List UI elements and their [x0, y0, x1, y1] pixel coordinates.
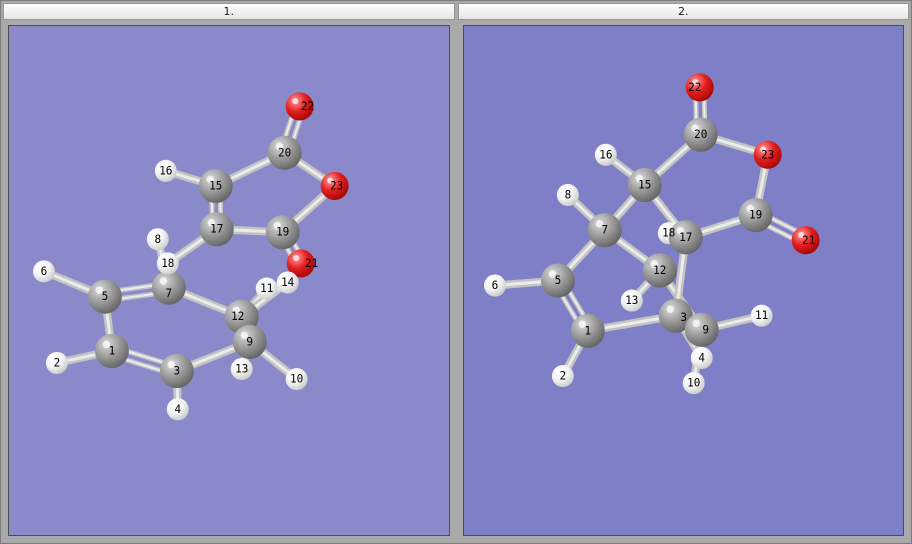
atom-label-19: 19 [276, 226, 289, 239]
panel-2: 2. 5 1 7 12 3 9 15 18 17 19 20 22 23 21 6 2 16 8 13 4 10 11 [457, 3, 910, 541]
atom-label-9: 9 [246, 335, 253, 348]
atom-label-15: 15 [209, 179, 222, 192]
atom-label-19: 19 [749, 209, 762, 222]
app-window: 1. 5 1 3 7 12 9 15 17 20 19 22 23 21 6 2 4 16 8 18 13 10 11 14… [0, 0, 912, 544]
atom-label-17: 17 [679, 231, 692, 244]
atom-label-9: 9 [702, 323, 709, 336]
atom-label-1: 1 [584, 324, 591, 337]
panel-2-title: 2. [678, 5, 689, 18]
panel-2-viewport[interactable]: 5 1 7 12 3 9 15 18 17 19 20 22 23 21 6 2 16 8 13 4 10 11 [462, 25, 904, 536]
atom-label-23: 23 [761, 148, 774, 161]
atom-label-6: 6 [491, 279, 498, 292]
atom-label-7: 7 [601, 224, 608, 237]
atom-label-15: 15 [638, 178, 651, 191]
atom-label-5: 5 [102, 290, 109, 303]
atom-label-3: 3 [174, 365, 181, 378]
atom-label-12: 12 [231, 310, 244, 323]
panel-1: 1. 5 1 3 7 12 9 15 17 20 19 22 23 21 6 2 4 16 8 18 13 10 11 14 [3, 3, 455, 541]
atom-label-4: 4 [174, 403, 181, 416]
atom-label-20: 20 [278, 146, 291, 159]
panel-1-titlebar[interactable]: 1. [3, 3, 455, 20]
atom-label-8: 8 [155, 233, 162, 246]
specular-highlight [292, 98, 299, 105]
atom-label-13: 13 [625, 294, 638, 307]
specular-highlight [692, 319, 700, 328]
specular-highlight [159, 277, 168, 285]
atom-label-22: 22 [301, 100, 314, 113]
atom-label-20: 20 [694, 128, 707, 141]
atom-label-16: 16 [159, 164, 172, 177]
molecule-view-2[interactable]: 51712391518 171920222321621681341011 [464, 26, 904, 535]
atom-label-6: 6 [41, 265, 48, 278]
atom-label-1: 1 [109, 344, 116, 357]
panel-1-viewport-frame: 5 1 3 7 12 9 15 17 20 19 22 23 21 6 2 4 16 8 18 13 10 11 14 [3, 20, 455, 541]
panel-2-viewport-frame: 5 1 7 12 3 9 15 18 17 19 20 22 23 21 6 2 16 8 13 4 10 11 [458, 20, 910, 541]
atom-label-16: 16 [599, 148, 612, 161]
atom-label-14: 14 [281, 276, 295, 289]
atom-label-11: 11 [260, 282, 273, 295]
atom-label-5: 5 [554, 274, 561, 287]
atom-label-21: 21 [801, 234, 814, 247]
atom-label-10: 10 [687, 377, 700, 390]
atom-label-22: 22 [688, 81, 701, 94]
atom-label-13: 13 [235, 363, 248, 376]
atom-label-21: 21 [305, 257, 318, 270]
atom-label-8: 8 [564, 188, 571, 201]
atom-label-3: 3 [680, 311, 687, 324]
atom-label-18: 18 [161, 257, 174, 270]
atom-label-10: 10 [290, 373, 303, 386]
atom-label-18: 18 [662, 227, 675, 240]
panel-2-titlebar[interactable]: 2. [457, 3, 909, 20]
atom-label-2: 2 [54, 356, 61, 369]
atom-label-7: 7 [166, 287, 173, 300]
atom-label-2: 2 [559, 370, 566, 383]
atom-label-11: 11 [755, 309, 768, 322]
specular-highlight [293, 254, 300, 262]
atom-label-17: 17 [210, 223, 223, 236]
atom-label-12: 12 [653, 264, 666, 277]
atom-label-23: 23 [330, 179, 343, 192]
specular-highlight [666, 305, 674, 313]
molecule-view-1[interactable]: 51371291517201922232162416818131011 14 [9, 26, 449, 535]
atom-label-4: 4 [698, 351, 705, 364]
panel-1-title: 1. [223, 5, 235, 18]
panel-1-viewport[interactable]: 5 1 3 7 12 9 15 17 20 19 22 23 21 6 2 4 16 8 18 13 10 11 14 [8, 25, 450, 536]
